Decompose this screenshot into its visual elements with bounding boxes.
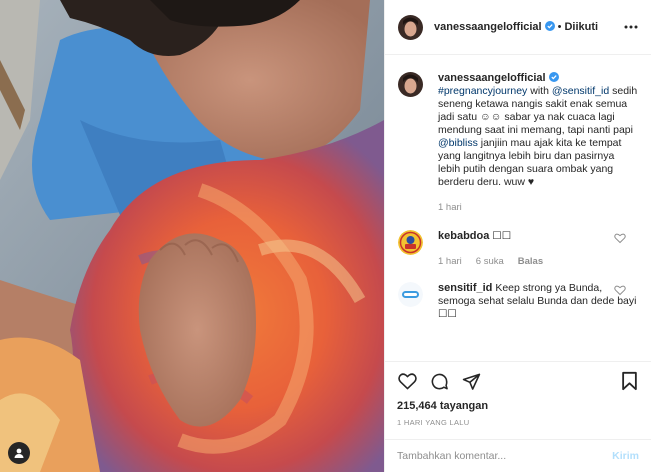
post-date[interactable]: 1 HARI YANG LALU [397,418,639,427]
sensitif-logo-icon [398,282,423,307]
comment-body: kebabdoa ☐☐ 1 hari 6 suka Balas [438,230,638,268]
following-button[interactable]: Diikuti [564,21,598,33]
caption-meta: 1 hari [438,201,638,214]
view-count[interactable]: 215,464 tayangan [397,400,639,412]
hashtag-link[interactable]: #pregnancyjourney [438,85,527,97]
more-options-button[interactable] [623,19,639,35]
comment-button[interactable] [429,371,449,391]
bookmark-icon [621,371,637,391]
comment-input[interactable] [397,450,613,462]
author-avatar-image [398,72,423,97]
comments-list[interactable]: vanessaangelofficial #pregnancyjourney wi… [385,56,651,361]
mention-link-bibliss[interactable]: @bibliss [438,137,478,149]
post-photo [0,0,384,472]
post-comment-button[interactable]: Kirim [612,450,639,462]
paper-plane-icon [462,373,480,390]
caption-author-avatar[interactable] [398,72,423,97]
comment-username[interactable]: kebabdoa [438,230,489,242]
share-button[interactable] [461,371,481,391]
caption-with-word: with [527,85,552,97]
like-button[interactable] [397,371,417,391]
post-media[interactable] [0,0,384,472]
add-comment-bar: Kirim [385,439,651,472]
mention-link-sensitif[interactable]: @sensitif_id [552,85,609,97]
action-bar [397,370,639,392]
header-separator: • [557,21,562,33]
more-horizontal-icon [624,25,638,29]
comment-likes[interactable]: 6 suka [476,255,504,268]
caption-body: vanessaangelofficial #pregnancyjourney wi… [438,72,638,214]
commenter-avatar[interactable] [398,282,423,307]
view-count-number: 215,464 [397,400,437,412]
comment-meta: 1 hari 6 suka Balas [438,255,638,268]
comment-item: sensitif_id Keep strong ya Bunda, semoga… [398,282,638,321]
comment-body: sensitif_id Keep strong ya Bunda, semoga… [438,282,638,321]
post-side-panel: vanessaangelofficial • Diikuti vanessaan… [384,0,651,472]
like-comment-heart-icon[interactable] [614,232,626,244]
user-tag-button[interactable] [8,442,30,464]
verified-badge-icon [548,72,559,82]
view-count-label: tayangan [436,400,489,412]
post-actions-section: 215,464 tayangan 1 HARI YANG LALU [385,361,651,432]
kebab-logo-icon [398,230,423,255]
caption-username[interactable]: vanessaangelofficial [438,72,546,84]
comment-text: ☐☐ [489,230,512,242]
like-comment-heart-icon[interactable] [614,284,626,296]
save-button[interactable] [619,371,639,391]
caption-time[interactable]: 1 hari [438,201,462,214]
reply-button[interactable]: Balas [518,255,543,268]
heart-icon [397,373,417,390]
speech-bubble-icon [431,373,448,389]
user-icon [14,448,24,458]
author-username[interactable]: vanessaangelofficial [434,21,555,33]
author-username-text: vanessaangelofficial [434,21,542,33]
author-avatar-image [398,14,423,40]
comment-time[interactable]: 1 hari [438,255,462,268]
verified-badge-icon [544,21,555,31]
author-avatar[interactable] [398,14,423,40]
post-header: vanessaangelofficial • Diikuti [385,0,651,55]
commenter-avatar[interactable] [398,230,423,255]
caption-text: vanessaangelofficial #pregnancyjourney wi… [438,72,638,189]
comment-username[interactable]: sensitif_id [438,282,492,294]
comment-item: kebabdoa ☐☐ 1 hari 6 suka Balas [398,230,638,268]
caption: vanessaangelofficial #pregnancyjourney wi… [398,72,638,214]
